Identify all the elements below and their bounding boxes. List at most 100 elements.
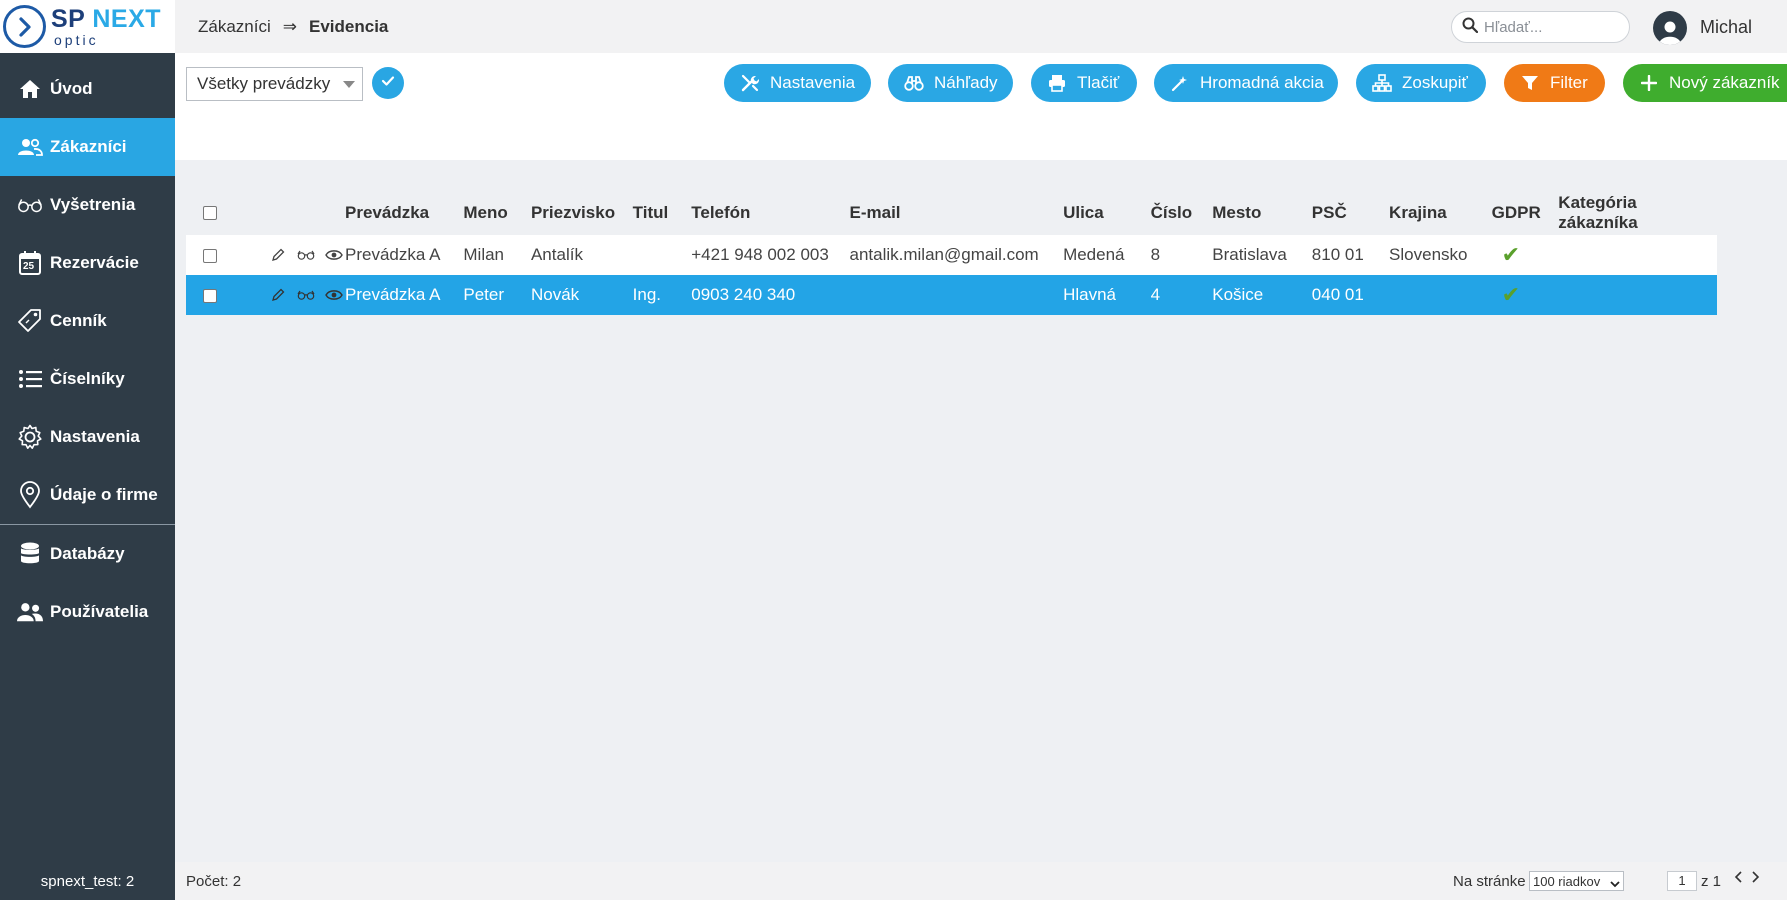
magic-wand-icon — [1170, 73, 1190, 93]
column-header-email[interactable]: E-mail — [850, 190, 1064, 235]
sidebar-item-label: Cenník — [50, 311, 107, 330]
filter-button-label: Filter — [1550, 73, 1588, 92]
location-pin-icon — [17, 481, 43, 509]
cell-category — [1558, 235, 1717, 275]
eye-icon[interactable] — [323, 245, 345, 265]
cell-first-name: Milan — [463, 245, 505, 264]
filter-button[interactable]: Filter — [1504, 64, 1605, 102]
user-name[interactable]: Michal — [1700, 17, 1752, 38]
sidebar: SP NEXT optic Úvod Zákazníci Vyšetrenia — [0, 0, 175, 900]
sidebar-item-udaje-o-firme[interactable]: Údaje o firme — [0, 466, 175, 524]
sidebar-item-rezervacie[interactable]: 25 Rezervácie — [0, 234, 175, 292]
logo[interactable]: SP NEXT optic — [0, 0, 175, 53]
tools-icon — [740, 73, 760, 93]
next-page-icon[interactable] — [1750, 870, 1760, 888]
home-icon — [17, 76, 43, 102]
column-header-street[interactable]: Ulica — [1063, 190, 1151, 235]
column-header-store[interactable]: Prevádzka — [345, 190, 463, 235]
breadcrumb-parent[interactable]: Zákazníci — [198, 17, 271, 37]
new-customer-button[interactable]: Nový zákazník — [1623, 64, 1787, 102]
search-box[interactable] — [1451, 11, 1630, 43]
page-number-input[interactable]: 1 — [1667, 871, 1697, 891]
avatar[interactable] — [1653, 11, 1687, 45]
cell-gdpr: ✔ — [1492, 275, 1559, 315]
settings-button[interactable]: Nastavenia — [724, 64, 871, 102]
column-header-phone[interactable]: Telefón — [691, 190, 849, 235]
sidebar-item-databazy[interactable]: Databázy — [0, 525, 175, 583]
sidebar-item-zakaznici[interactable]: Zákazníci — [0, 118, 175, 176]
glasses-icon[interactable] — [295, 245, 317, 265]
top-bar: Zákazníci ⇒ Evidencia Michal — [175, 0, 1787, 53]
select-all-cell — [186, 190, 217, 235]
per-page-value: 100 riadkov — [1533, 873, 1601, 889]
cell-city: Bratislava — [1212, 245, 1287, 264]
per-page-select[interactable]: 100 riadkov — [1529, 871, 1624, 891]
user-group-icon — [17, 599, 43, 625]
bulk-action-button[interactable]: Hromadná akcia — [1154, 64, 1338, 102]
edit-pencil-icon[interactable] — [267, 245, 289, 265]
sidebar-item-label: Číselníky — [50, 369, 125, 388]
settings-button-label: Nastavenia — [770, 73, 856, 92]
confirm-store-button[interactable] — [372, 67, 404, 99]
row-checkbox[interactable] — [203, 288, 217, 303]
store-select[interactable]: Všetky prevádzky — [186, 67, 363, 101]
sidebar-item-pouzivatelia[interactable]: Používatelia — [0, 583, 175, 641]
group-button[interactable]: Zoskupiť — [1356, 64, 1486, 102]
chevron-down-icon — [1610, 876, 1620, 891]
column-header-country[interactable]: Krajina — [1389, 190, 1492, 235]
sidebar-item-label: Používatelia — [50, 602, 149, 621]
breadcrumb: Zákazníci ⇒ Evidencia — [198, 17, 388, 37]
sidebar-item-uvod[interactable]: Úvod — [0, 60, 175, 118]
calendar-day: 25 — [23, 261, 35, 272]
logo-name-b: NEXT — [92, 4, 162, 33]
sidebar-item-nastavenia[interactable]: Nastavenia — [0, 408, 175, 466]
toolbar: Všetky prevádzky Nastavenia Náhľady Tlač… — [175, 53, 1787, 160]
cell-email: antalik.milan@gmail.com — [849, 245, 1039, 264]
cell-zip: 040 01 — [1311, 285, 1364, 304]
bulk-action-button-label: Hromadná akcia — [1200, 73, 1324, 92]
sidebar-item-label: Rezervácie — [50, 253, 139, 272]
cell-number: 8 — [1150, 245, 1161, 264]
search-input[interactable] — [1484, 18, 1614, 36]
edit-pencil-icon[interactable] — [267, 285, 289, 305]
column-header-gdpr[interactable]: GDPR — [1492, 190, 1559, 235]
previews-button[interactable]: Náhľady — [888, 64, 1013, 102]
glasses-icon[interactable] — [295, 285, 317, 305]
calendar-icon: 25 — [17, 250, 43, 276]
print-button[interactable]: Tlačiť — [1031, 64, 1137, 102]
cell-email — [850, 275, 1064, 315]
cell-street: Medená — [1063, 245, 1125, 264]
sidebar-item-vysetrenia[interactable]: Vyšetrenia — [0, 176, 175, 234]
glasses-icon — [17, 192, 43, 218]
cell-country — [1389, 275, 1492, 315]
cell-gdpr: ✔ — [1492, 235, 1559, 275]
print-button-label: Tlačiť — [1077, 73, 1120, 92]
select-all-checkbox[interactable] — [203, 206, 217, 221]
column-header-category[interactable]: Kategória zákazníka — [1558, 190, 1717, 235]
column-header-number[interactable]: Číslo — [1151, 190, 1213, 235]
column-header-zip[interactable]: PSČ — [1312, 190, 1389, 235]
cell-title: Ing. — [632, 285, 662, 304]
column-header-city[interactable]: Mesto — [1212, 190, 1312, 235]
users-icon — [17, 134, 43, 160]
row-select-cell — [186, 235, 217, 275]
hierarchy-icon — [1372, 73, 1392, 93]
search-icon — [1462, 17, 1479, 38]
table-row[interactable]: Prevádzka A Milan Antalík +421 948 002 0… — [186, 235, 1717, 275]
sidebar-item-ciselniky[interactable]: Číselníky — [0, 350, 175, 408]
column-header-title[interactable]: Titul — [633, 190, 692, 235]
breadcrumb-arrow: ⇒ — [282, 16, 297, 36]
customers-table: Prevádzka Meno Priezvisko Titul Telefón … — [186, 190, 1717, 315]
table-row[interactable]: Prevádzka A Peter Novák Ing. 0903 240 34… — [186, 275, 1717, 315]
column-header-first-name[interactable]: Meno — [463, 190, 531, 235]
cell-city: Košice — [1212, 285, 1264, 304]
sidebar-item-cennik[interactable]: Cenník — [0, 292, 175, 350]
actions-header — [217, 190, 345, 235]
breadcrumb-current: Evidencia — [309, 16, 389, 36]
row-checkbox[interactable] — [203, 248, 217, 263]
row-actions — [217, 235, 345, 275]
column-header-last-name[interactable]: Priezvisko — [531, 190, 633, 235]
sidebar-item-label: Zákazníci — [50, 137, 127, 156]
eye-icon[interactable] — [323, 285, 345, 305]
previous-page-icon[interactable] — [1734, 870, 1744, 888]
